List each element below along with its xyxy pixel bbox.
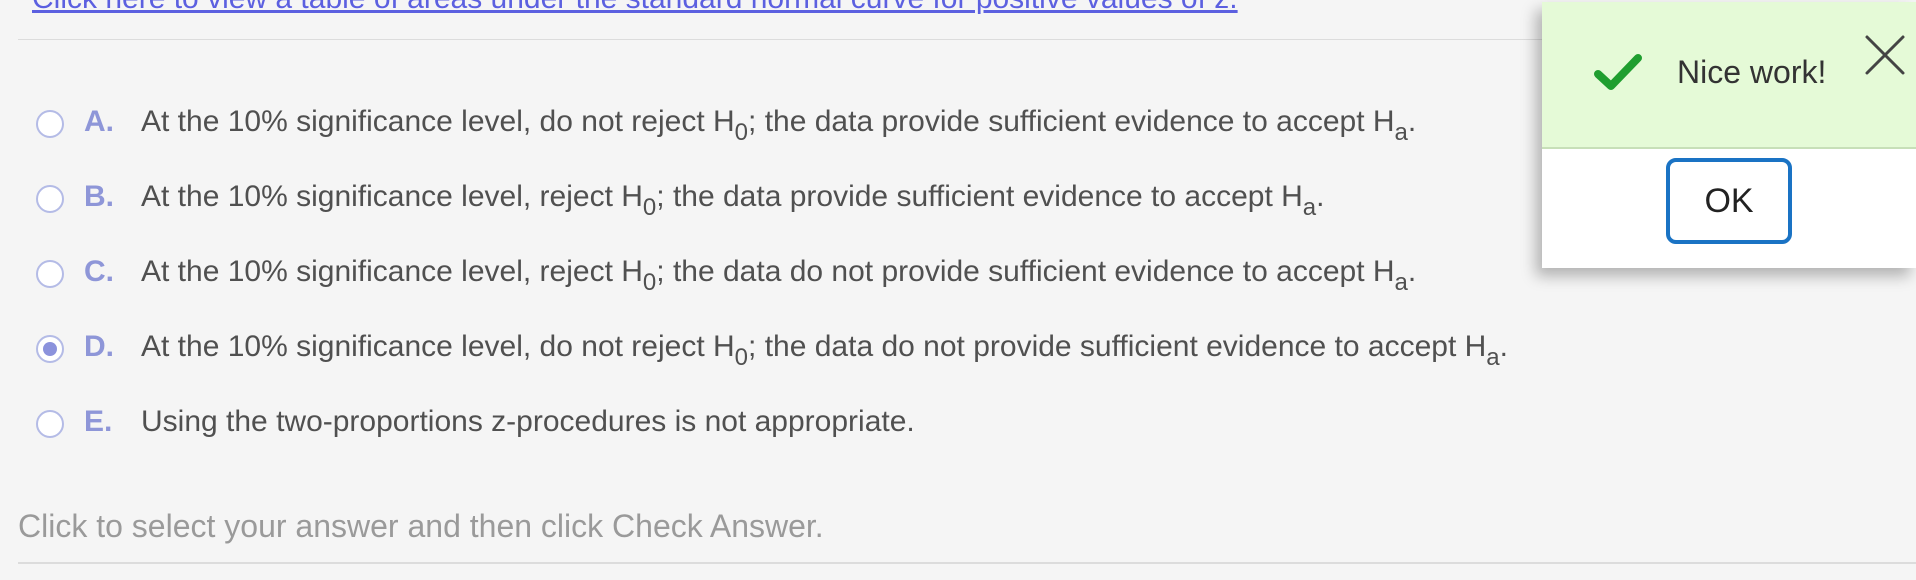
feedback-header: Nice work! — [1542, 2, 1916, 149]
check-icon — [1594, 54, 1642, 90]
radio-button-selected[interactable] — [36, 335, 64, 363]
feedback-popup: Nice work! OK — [1542, 2, 1916, 268]
ok-button[interactable]: OK — [1666, 158, 1792, 244]
option-text: Using the two-proportions z-procedures i… — [141, 405, 915, 438]
option-letter: D. — [84, 330, 114, 363]
option-text: At the 10% significance level, reject H0… — [141, 255, 1417, 296]
radio-button[interactable] — [36, 260, 64, 288]
radio-button[interactable] — [36, 185, 64, 213]
option-letter: A. — [84, 105, 114, 138]
option-b[interactable]: B. At the 10% significance level, reject… — [0, 170, 1700, 230]
feedback-message: Nice work! — [1677, 54, 1827, 90]
option-c[interactable]: C. At the 10% significance level, reject… — [0, 245, 1700, 305]
option-d[interactable]: D. At the 10% significance level, do not… — [0, 320, 1700, 380]
option-a[interactable]: A. At the 10% significance level, do not… — [0, 95, 1700, 155]
option-letter: B. — [84, 180, 114, 213]
option-text: At the 10% significance level, do not re… — [141, 330, 1508, 371]
close-icon[interactable] — [1864, 34, 1906, 76]
option-letter: E. — [84, 405, 113, 438]
divider — [18, 562, 1916, 564]
radio-button[interactable] — [36, 410, 64, 438]
option-text: At the 10% significance level, do not re… — [141, 105, 1417, 146]
option-text: At the 10% significance level, reject H0… — [141, 180, 1325, 221]
option-e[interactable]: E. Using the two-proportions z-procedure… — [0, 395, 1700, 455]
option-letter: C. — [84, 255, 114, 288]
instruction-text: Click to select your answer and then cli… — [18, 508, 824, 544]
normal-table-link[interactable]: Click here to view a table of areas unde… — [32, 0, 1238, 16]
radio-button[interactable] — [36, 110, 64, 138]
